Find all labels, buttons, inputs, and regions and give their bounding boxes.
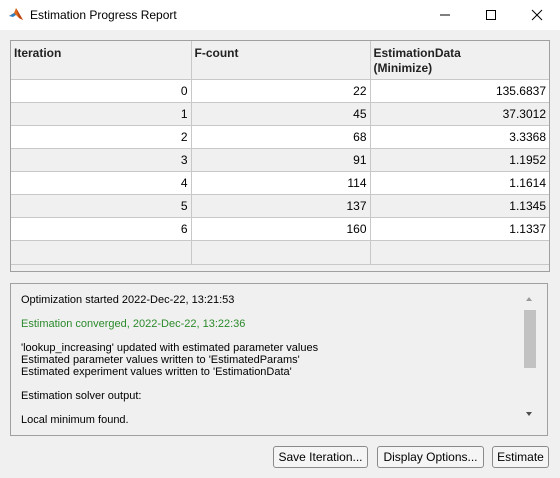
- cell-estimation-data: 135.6837: [370, 79, 549, 103]
- minimize-button[interactable]: [422, 0, 468, 30]
- cell-iteration: 5: [11, 194, 192, 218]
- table-header-row: Iteration F-count EstimationData (Minimiz…: [11, 41, 549, 80]
- title-bar: Estimation Progress Report: [0, 0, 560, 30]
- minimize-icon: [440, 14, 450, 16]
- log-line-started: Optimization started 2022-Dec-22, 13:21:…: [21, 294, 235, 306]
- log-line-local-min: Local minimum found.: [21, 414, 129, 426]
- maximize-button[interactable]: [468, 0, 514, 30]
- table-row[interactable]: 0 22 135.6837: [11, 79, 549, 103]
- header-f-count[interactable]: F-count: [191, 41, 371, 80]
- table-row[interactable]: 5 137 1.1345: [11, 194, 549, 218]
- cell-f-count: 45: [191, 102, 371, 126]
- cell-f-count: 22: [191, 79, 371, 103]
- table-row[interactable]: 6 160 1.1337: [11, 217, 549, 241]
- log-panel[interactable]: Optimization started 2022-Dec-22, 13:21:…: [10, 283, 548, 436]
- log-line-experiment-written: Estimated experiment values written to '…: [21, 366, 292, 378]
- log-text: Optimization started 2022-Dec-22, 13:21:…: [21, 294, 511, 426]
- display-options-button[interactable]: Display Options...: [377, 446, 484, 468]
- log-line-params-written: Estimated parameter values written to 'E…: [21, 354, 300, 366]
- iteration-table[interactable]: Iteration F-count EstimationData (Minimiz…: [10, 40, 550, 272]
- cell-estimation-data: 1.1345: [370, 194, 549, 218]
- scroll-thumb[interactable]: [524, 310, 536, 368]
- save-iteration-button[interactable]: Save Iteration...: [273, 446, 368, 468]
- table-row[interactable]: 1 45 37.3012: [11, 102, 549, 126]
- cell-f-count: 114: [191, 171, 371, 195]
- table-row[interactable]: 4 114 1.1614: [11, 171, 549, 195]
- close-icon: [531, 9, 543, 21]
- log-scrollbar[interactable]: [522, 294, 538, 424]
- cell-estimation-data: 1.1614: [370, 171, 549, 195]
- cell-estimation-data: 37.3012: [370, 102, 549, 126]
- cell-f-count: 68: [191, 125, 371, 149]
- cell-iteration: 3: [11, 148, 192, 172]
- scroll-up-arrow-icon[interactable]: [526, 297, 532, 301]
- cell-estimation-data: 1.1337: [370, 217, 549, 241]
- cell-iteration: 4: [11, 171, 192, 195]
- cell-estimation-data: 3.3368: [370, 125, 549, 149]
- cell-iteration: 0: [11, 79, 192, 103]
- cell-estimation-data: 1.1952: [370, 148, 549, 172]
- log-line-solver-output: Estimation solver output:: [21, 390, 142, 402]
- matlab-logo-icon: [8, 6, 24, 22]
- close-button[interactable]: [514, 0, 560, 30]
- log-line-updated: 'lookup_increasing' updated with estimat…: [21, 342, 319, 354]
- window-title: Estimation Progress Report: [30, 8, 177, 22]
- cell-f-count: 137: [191, 194, 371, 218]
- cell-iteration: 6: [11, 217, 192, 241]
- log-line-converged: Estimation converged, 2022-Dec-22, 13:22…: [21, 318, 246, 330]
- header-iteration[interactable]: Iteration: [11, 41, 192, 80]
- table-row[interactable]: 2 68 3.3368: [11, 125, 549, 149]
- cell-iteration: 1: [11, 102, 192, 126]
- cell-f-count: 160: [191, 217, 371, 241]
- table-row-empty: [11, 240, 549, 265]
- estimate-button[interactable]: Estimate: [492, 446, 549, 468]
- cell-iteration: 2: [11, 125, 192, 149]
- header-estimation-data[interactable]: EstimationData (Minimize): [370, 41, 549, 80]
- table-row[interactable]: 3 91 1.1952: [11, 148, 549, 172]
- maximize-icon: [486, 10, 496, 20]
- cell-f-count: 91: [191, 148, 371, 172]
- scroll-down-arrow-icon[interactable]: [526, 412, 532, 416]
